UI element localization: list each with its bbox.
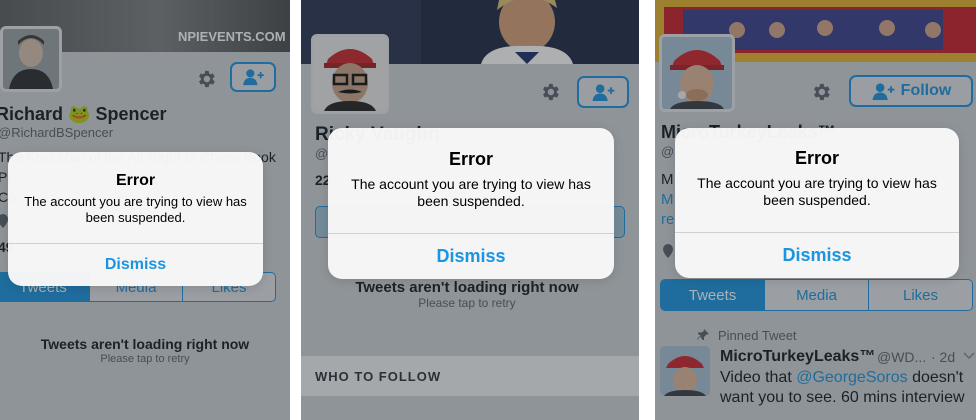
tweet-author[interactable]: MicroTurkeyLeaks™ [720,348,875,366]
profile-handle: @RichardBSpencer [0,125,114,140]
error-alert: Error The account you are trying to view… [675,128,959,278]
tweet-text-line-1: Video that @GeorgeSoros doesn't [720,368,963,388]
follow-button[interactable] [577,76,629,108]
dismiss-button[interactable]: Dismiss [675,232,959,278]
tweets-error-subtitle[interactable]: Please tap to retry [0,353,290,365]
gear-icon [543,83,559,101]
settings-button[interactable] [807,78,835,106]
gear-icon [814,83,830,101]
alert-title: Error [794,148,839,168]
location-pin-icon [663,244,673,258]
profile-tabs: Tweets Media Likes [660,279,973,311]
alert-title: Error [115,172,156,189]
follow-button[interactable] [230,62,276,92]
bio-line-3[interactable]: re [661,210,674,230]
location-pin-icon [0,214,8,228]
tab-likes[interactable]: Likes [869,280,972,310]
settings-button[interactable] [536,78,564,106]
settings-button[interactable] [193,66,219,92]
avatar[interactable] [311,34,389,114]
avatar-photo [3,29,59,89]
follow-label: Follow [900,82,952,99]
tweet-handle: @WD... [877,349,927,365]
avatar-photo [662,37,732,109]
tweet-text-line-2: want you to see. 60 mins interview [720,389,965,406]
gear-icon [199,70,215,88]
name-last: Spencer [95,104,167,124]
error-alert: Error The account you are trying to view… [8,152,263,286]
tweet-text-prefix: Video that [720,369,797,386]
add-user-icon [243,69,264,86]
avatar[interactable] [0,26,62,92]
alert-message: The account you are trying to view has b… [351,176,591,209]
dismiss-button[interactable]: Dismiss [8,243,263,286]
profile-panel-2: Ricky Vaughn @ 22 Tweets aren't loading … [301,0,639,420]
tweet-mention[interactable]: @GeorgeSoros [796,369,907,386]
bio-line-1: M [661,171,674,188]
name-first: Richard [0,104,64,124]
tab-media[interactable]: Media [765,280,869,310]
alert-message: The account you are trying to view has b… [24,194,247,225]
tweets-error-title[interactable]: Tweets aren't loading right now [301,279,636,296]
dismiss-button[interactable]: Dismiss [328,233,614,279]
bio-line-2[interactable]: M [661,190,674,210]
profile-panel-1: NPIEVENTS.COM Richard 🐸 Spencer @Richard… [0,0,290,420]
tweet-avatar[interactable] [660,346,710,396]
profile-panel-3: Follow MicroTurkeyLeaks™ @ M M re Tweets… [655,0,976,420]
avatar[interactable] [659,34,735,112]
profile-handle: @ [661,144,675,159]
avatar-photo [314,37,386,111]
add-user-icon [592,83,615,101]
banner-text: NPIEVENTS.COM [178,29,286,44]
tweet-time: · 2d [931,349,956,365]
tweets-error-title[interactable]: Tweets aren't loading right now [0,336,290,352]
who-to-follow-header: WHO TO FOLLOW [301,356,639,396]
profile-handle: @ [315,146,329,161]
tweet-avatar-photo [660,346,710,396]
pinned-label: Pinned Tweet [718,328,797,343]
tweet-text-suffix: doesn't [907,369,964,386]
profile-name: Richard 🐸 Spencer [0,104,167,125]
add-user-icon [872,82,895,100]
error-alert: Error The account you are trying to view… [328,128,614,279]
follow-button[interactable]: Follow [849,75,973,107]
chevron-down-icon[interactable] [963,352,975,360]
alert-title: Error [448,149,493,169]
tab-tweets[interactable]: Tweets [661,280,765,310]
tweets-error-subtitle[interactable]: Please tap to retry [301,296,636,310]
alert-message: The account you are trying to view has b… [697,175,937,208]
frog-emoji: 🐸 [68,104,91,124]
pin-icon [697,329,709,340]
